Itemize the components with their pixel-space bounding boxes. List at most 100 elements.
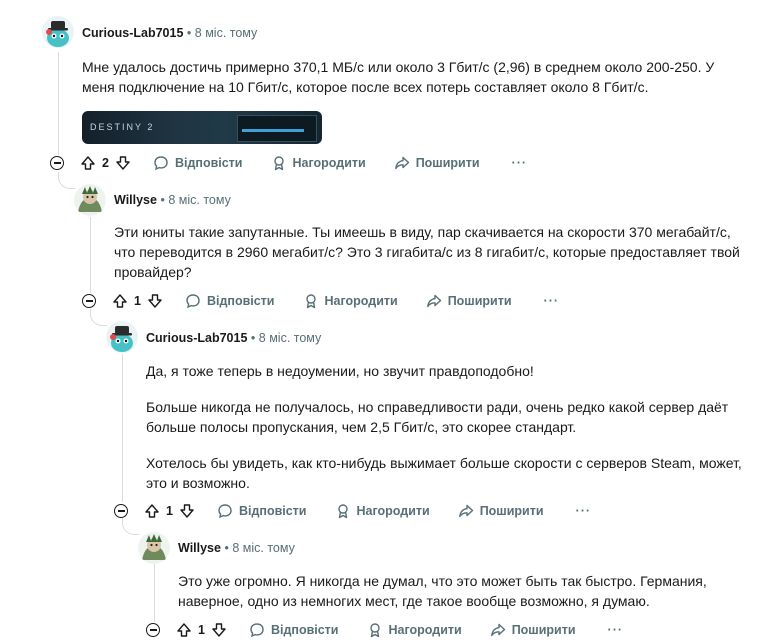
upvote-icon[interactable] [112,293,128,309]
author-name[interactable]: Curious-Lab7015 [82,26,183,40]
reply-button[interactable]: Відповісти [249,622,339,638]
downvote-icon[interactable] [179,503,195,519]
comment-actions: 1 Відповісти Нагородити Поширити ··· [146,618,623,642]
separator-dot: • [224,541,229,555]
comment-time[interactable]: 8 міс. тому [232,541,295,555]
downvote-icon[interactable] [147,293,163,309]
award-label: Нагородити [356,504,430,518]
separator-dot: • [186,26,192,40]
comment-meta: Curious-Lab7015 • 8 міс. тому [146,331,321,345]
comment-body: Мне удалось достичь примерно 370,1 МБ/с … [82,57,742,113]
comment-text: Мне удалось достичь примерно 370,1 МБ/с … [82,59,715,95]
vote-count: 1 [166,504,173,518]
comment-text: Да, я тоже теперь в недоумении, но звучи… [146,363,534,379]
share-icon [394,156,409,170]
comment-bubble-icon [154,156,168,171]
upvote-icon[interactable] [144,503,160,519]
vote-count: 1 [134,294,141,308]
award-button[interactable]: Нагородити [367,622,462,638]
vote-controls: 1 [112,293,163,309]
more-options-icon[interactable]: ··· [608,623,624,637]
award-label: Нагородити [292,156,366,170]
vote-controls: 2 [80,155,131,171]
award-button[interactable]: Нагородити [335,503,430,519]
collapse-icon[interactable] [50,156,64,170]
share-button[interactable]: Поширити [394,155,480,171]
thread-line-4 [154,564,155,622]
image-caption: DESTINY 2 [90,122,155,132]
more-options-icon[interactable]: ··· [544,294,560,308]
comment-actions: 1 Відповісти Нагородити Поширити ··· [114,499,591,523]
award-icon [273,156,284,171]
share-label: Поширити [415,156,480,170]
reply-button[interactable]: Відповісти [217,503,307,519]
share-button[interactable]: Поширити [490,622,576,638]
vote-controls: 1 [144,503,195,519]
avatar[interactable] [106,321,138,353]
share-label: Поширити [479,504,544,518]
share-button[interactable]: Поширити [426,293,512,309]
more-options-icon[interactable]: ··· [512,156,528,170]
comment-meta: Willyse • 8 міс. тому [178,541,295,555]
comment-time[interactable]: 8 міс. тому [195,26,258,40]
comment-bubble-icon [186,294,200,309]
award-label: Нагородити [388,623,462,637]
comment-body: Эти юниты такие запутанные. Ты имеешь в … [114,222,754,298]
reply-button[interactable]: Відповісти [153,155,243,171]
collapse-icon[interactable] [82,294,96,308]
comment-body: Да, я тоже теперь в недоумении, но звучи… [146,361,766,509]
reply-label: Відповісти [238,504,307,518]
more-options-icon[interactable]: ··· [576,504,592,518]
share-label: Поширити [447,294,512,308]
award-icon [337,504,348,519]
comment-time[interactable]: 8 міс. тому [259,331,322,345]
award-label: Нагородити [324,294,398,308]
author-name[interactable]: Curious-Lab7015 [146,331,247,345]
vote-controls: 1 [176,622,227,638]
avatar[interactable] [74,184,106,216]
award-icon [305,294,316,309]
comment-text: Это уже огромно. Я никогда не думал, что… [178,573,707,609]
separator-dot: • [250,331,256,345]
author-name[interactable]: Willyse [178,541,221,555]
comment-actions: 2 Відповісти Нагородити Поширити ··· [50,151,527,175]
share-icon [458,504,473,518]
collapse-icon[interactable] [114,504,128,518]
comment-actions: 1 Відповісти Нагородити Поширити ··· [82,289,559,313]
award-button[interactable]: Нагородити [271,155,366,171]
comment-bubble-icon [218,504,232,519]
comment-image[interactable]: DESTINY 2 [82,111,322,144]
comment-bubble-icon [250,623,264,638]
award-icon [369,623,380,638]
image-progress [242,129,304,132]
upvote-icon[interactable] [176,622,192,638]
author-name[interactable]: Willyse [114,193,157,207]
thread-line-3 [122,354,123,502]
comment-meta: Willyse • 8 міс. тому [114,193,231,207]
reply-label: Відповісти [174,156,243,170]
reply-button[interactable]: Відповісти [185,293,275,309]
downvote-icon[interactable] [211,622,227,638]
reply-label: Відповісти [270,623,339,637]
upvote-icon[interactable] [80,155,96,171]
reply-label: Відповісти [206,294,275,308]
comment-text: Эти юниты такие запутанные. Ты имеешь в … [114,224,740,280]
share-button[interactable]: Поширити [458,503,544,519]
share-icon [426,294,441,308]
avatar[interactable] [138,532,170,564]
comment-meta: Curious-Lab7015 • 8 міс. тому [82,26,257,40]
share-icon [490,623,505,637]
comment-time[interactable]: 8 міс. тому [168,193,231,207]
thread-line-1 [58,52,59,155]
downvote-icon[interactable] [115,155,131,171]
thread-line-2 [90,217,91,293]
collapse-icon[interactable] [146,623,160,637]
award-button[interactable]: Нагородити [303,293,398,309]
vote-count: 2 [102,156,109,170]
vote-count: 1 [198,623,205,637]
avatar[interactable] [42,16,74,48]
comment-text: Хотелось бы увидеть, как кто-нибудь выжи… [146,455,742,491]
comment-text: Больше никогда не получалось, но справед… [146,399,729,435]
share-label: Поширити [511,623,576,637]
separator-dot: • [160,193,165,207]
